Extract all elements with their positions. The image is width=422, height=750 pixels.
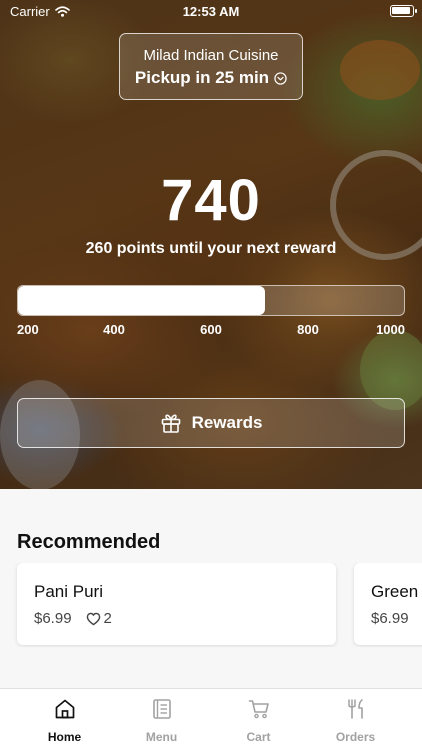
heart-icon bbox=[86, 612, 100, 625]
reward-progress-ticks: 200 400 600 800 1000 bbox=[17, 322, 405, 338]
item-likes[interactable]: 2 bbox=[86, 610, 112, 627]
tab-label: Orders bbox=[335, 730, 376, 744]
tab-label: Home bbox=[47, 730, 82, 744]
recommended-carousel[interactable]: Pani Puri $6.99 2 Green $6.99 bbox=[0, 563, 422, 647]
tab-bar: Home Menu Cart Orders bbox=[0, 688, 422, 750]
tab-home[interactable]: Home bbox=[16, 697, 113, 744]
home-icon bbox=[55, 699, 74, 719]
gift-icon bbox=[161, 414, 180, 433]
chevron-down-circle-icon bbox=[274, 71, 287, 85]
item-meta: $6.99 2 bbox=[34, 610, 112, 627]
reward-progress-fill bbox=[18, 286, 266, 315]
recommended-item-card[interactable]: Pani Puri $6.99 2 bbox=[17, 563, 336, 645]
recommended-item-card[interactable]: Green $6.99 bbox=[354, 563, 422, 645]
tab-label: Cart bbox=[246, 730, 271, 744]
item-name: Green bbox=[371, 582, 419, 601]
orders-icon bbox=[347, 699, 363, 719]
menu-icon bbox=[152, 699, 171, 719]
progress-tick-label: 200 bbox=[17, 322, 39, 337]
item-name: Pani Puri bbox=[34, 582, 103, 601]
progress-tick-label: 800 bbox=[297, 322, 319, 337]
recommended-heading: Recommended bbox=[17, 531, 161, 553]
tab-orders[interactable]: Orders bbox=[307, 697, 404, 744]
tab-menu[interactable]: Menu bbox=[113, 697, 210, 744]
tab-cart[interactable]: Cart bbox=[210, 697, 307, 744]
pickup-time-label: Pickup in 25 min bbox=[134, 68, 270, 87]
food-photo-carrot bbox=[340, 40, 420, 100]
restaurant-name: Milad Indian Cuisine bbox=[143, 47, 279, 64]
battery-icon bbox=[390, 5, 417, 17]
progress-tick-label: 1000 bbox=[376, 322, 405, 337]
rewards-button-label: Rewards bbox=[191, 413, 263, 432]
points-balance: 740 bbox=[161, 168, 261, 233]
cart-icon bbox=[248, 700, 269, 719]
rewards-button[interactable]: Rewards bbox=[17, 398, 405, 448]
progress-tick-label: 600 bbox=[200, 322, 222, 337]
tab-label: Menu bbox=[145, 730, 178, 744]
status-bar: Carrier 12:53 AM bbox=[0, 0, 422, 22]
item-price: $6.99 bbox=[34, 610, 72, 627]
pickup-time: Pickup in 25 min bbox=[120, 68, 302, 88]
status-time: 12:53 AM bbox=[182, 4, 240, 19]
reward-progress-bar bbox=[17, 285, 405, 316]
item-price: $6.99 bbox=[371, 610, 409, 627]
points-to-next-reward: 260 points until your next reward bbox=[85, 240, 337, 257]
item-meta: $6.99 bbox=[371, 610, 409, 627]
location-selector[interactable]: Milad Indian Cuisine Pickup in 25 min bbox=[119, 33, 303, 100]
item-like-count: 2 bbox=[103, 610, 112, 627]
progress-tick-label: 400 bbox=[103, 322, 125, 337]
